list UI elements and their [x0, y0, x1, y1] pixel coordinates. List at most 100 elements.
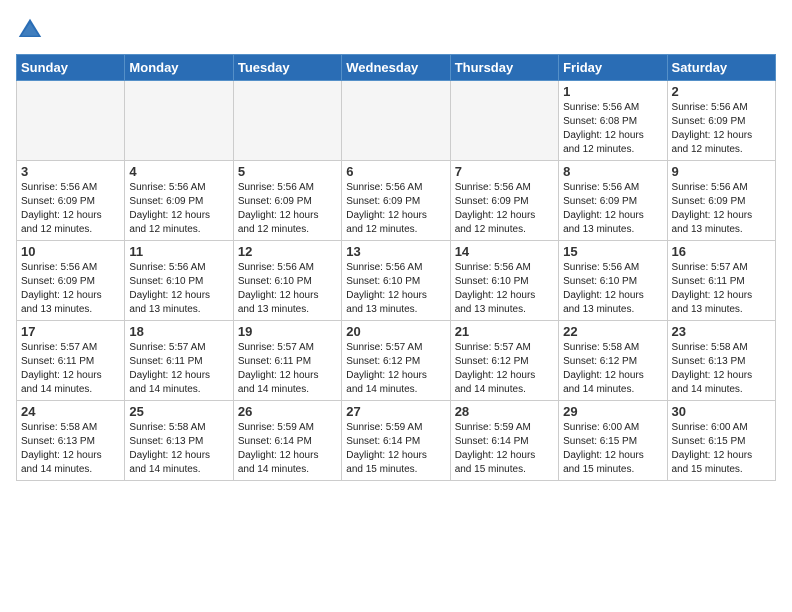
day-number: 4	[129, 164, 228, 179]
calendar-cell: 9 Sunrise: 5:56 AM Sunset: 6:09 PM Daylig…	[667, 161, 775, 241]
day-info: Sunrise: 5:57 AM Sunset: 6:12 PM Dayligh…	[346, 341, 445, 397]
calendar-cell: 3Sunrise: 5:56 AM Sunset: 6:09 PM Daylig…	[17, 161, 125, 241]
day-info: Sunrise: 5:59 AM Sunset: 6:14 PM Dayligh…	[238, 421, 337, 477]
day-number: 13	[346, 244, 445, 259]
day-number: 8	[563, 164, 662, 179]
calendar-cell: 8 Sunrise: 5:56 AM Sunset: 6:09 PM Daylig…	[559, 161, 667, 241]
day-number: 27	[346, 404, 445, 419]
day-number: 21	[455, 324, 554, 339]
calendar-cell	[233, 81, 341, 161]
weekday-header-sunday: Sunday	[17, 55, 125, 81]
day-number: 22	[563, 324, 662, 339]
calendar-cell: 28 Sunrise: 5:59 AM Sunset: 6:14 PM Dayli…	[450, 401, 558, 481]
calendar-cell	[125, 81, 233, 161]
weekday-header-saturday: Saturday	[667, 55, 775, 81]
day-number: 5	[238, 164, 337, 179]
calendar-cell	[342, 81, 450, 161]
day-number: 18	[129, 324, 228, 339]
calendar-cell: 14 Sunrise: 5:56 AM Sunset: 6:10 PM Dayli…	[450, 241, 558, 321]
weekday-header-tuesday: Tuesday	[233, 55, 341, 81]
day-info: Sunrise: 5:58 AM Sunset: 6:13 PM Dayligh…	[672, 341, 771, 397]
day-info: Sunrise: 5:57 AM Sunset: 6:11 PM Dayligh…	[129, 341, 228, 397]
day-info: Sunrise: 5:57 AM Sunset: 6:12 PM Dayligh…	[455, 341, 554, 397]
day-info: Sunrise: 5:56 AM Sunset: 6:10 PM Dayligh…	[238, 261, 337, 317]
day-info: Sunrise: 5:56 AM Sunset: 6:09 PM Dayligh…	[672, 181, 771, 237]
day-number: 12	[238, 244, 337, 259]
calendar-cell: 26Sunrise: 5:59 AM Sunset: 6:14 PM Dayli…	[233, 401, 341, 481]
day-number: 19	[238, 324, 337, 339]
day-info: Sunrise: 5:56 AM Sunset: 6:09 PM Dayligh…	[672, 101, 771, 157]
day-number: 3	[21, 164, 120, 179]
day-number: 7	[455, 164, 554, 179]
day-info: Sunrise: 5:58 AM Sunset: 6:12 PM Dayligh…	[563, 341, 662, 397]
day-number: 2	[672, 84, 771, 99]
calendar-cell: 16 Sunrise: 5:57 AM Sunset: 6:11 PM Dayli…	[667, 241, 775, 321]
calendar-cell: 20 Sunrise: 5:57 AM Sunset: 6:12 PM Dayli…	[342, 321, 450, 401]
calendar-week-5: 24 Sunrise: 5:58 AM Sunset: 6:13 PM Dayli…	[17, 401, 776, 481]
weekday-header-thursday: Thursday	[450, 55, 558, 81]
day-number: 28	[455, 404, 554, 419]
calendar-cell: 17 Sunrise: 5:57 AM Sunset: 6:11 PM Dayli…	[17, 321, 125, 401]
day-info: Sunrise: 5:59 AM Sunset: 6:14 PM Dayligh…	[455, 421, 554, 477]
calendar-cell: 30Sunrise: 6:00 AM Sunset: 6:15 PM Dayli…	[667, 401, 775, 481]
header	[16, 16, 776, 44]
day-number: 24	[21, 404, 120, 419]
calendar-header-row: SundayMondayTuesdayWednesdayThursdayFrid…	[17, 55, 776, 81]
calendar-cell: 7 Sunrise: 5:56 AM Sunset: 6:09 PM Daylig…	[450, 161, 558, 241]
day-info: Sunrise: 5:58 AM Sunset: 6:13 PM Dayligh…	[21, 421, 120, 477]
day-info: Sunrise: 5:57 AM Sunset: 6:11 PM Dayligh…	[672, 261, 771, 317]
day-number: 29	[563, 404, 662, 419]
calendar-cell: 11Sunrise: 5:56 AM Sunset: 6:10 PM Dayli…	[125, 241, 233, 321]
calendar-cell: 6 Sunrise: 5:56 AM Sunset: 6:09 PM Daylig…	[342, 161, 450, 241]
logo	[16, 16, 48, 44]
calendar-week-4: 17 Sunrise: 5:57 AM Sunset: 6:11 PM Dayli…	[17, 321, 776, 401]
day-info: Sunrise: 5:56 AM Sunset: 6:10 PM Dayligh…	[455, 261, 554, 317]
calendar-cell	[450, 81, 558, 161]
day-number: 15	[563, 244, 662, 259]
day-number: 23	[672, 324, 771, 339]
day-info: Sunrise: 5:56 AM Sunset: 6:09 PM Dayligh…	[21, 261, 120, 317]
page-container: SundayMondayTuesdayWednesdayThursdayFrid…	[0, 0, 792, 491]
calendar-cell: 24 Sunrise: 5:58 AM Sunset: 6:13 PM Dayli…	[17, 401, 125, 481]
calendar-cell: 21 Sunrise: 5:57 AM Sunset: 6:12 PM Dayli…	[450, 321, 558, 401]
day-info: Sunrise: 5:58 AM Sunset: 6:13 PM Dayligh…	[129, 421, 228, 477]
calendar-cell: 29 Sunrise: 6:00 AM Sunset: 6:15 PM Dayli…	[559, 401, 667, 481]
day-number: 20	[346, 324, 445, 339]
calendar-cell: 19 Sunrise: 5:57 AM Sunset: 6:11 PM Dayli…	[233, 321, 341, 401]
weekday-header-friday: Friday	[559, 55, 667, 81]
logo-icon	[16, 16, 44, 44]
day-info: Sunrise: 5:57 AM Sunset: 6:11 PM Dayligh…	[238, 341, 337, 397]
day-number: 16	[672, 244, 771, 259]
calendar-cell: 22 Sunrise: 5:58 AM Sunset: 6:12 PM Dayli…	[559, 321, 667, 401]
calendar-cell: 1 Sunrise: 5:56 AM Sunset: 6:08 PM Daylig…	[559, 81, 667, 161]
day-number: 9	[672, 164, 771, 179]
calendar-cell	[17, 81, 125, 161]
calendar-week-2: 3 Sunrise: 5:56 AM Sunset: 6:09 PM Daylig…	[17, 161, 776, 241]
day-number: 14	[455, 244, 554, 259]
calendar-cell: 27Sunrise: 5:59 AM Sunset: 6:14 PM Dayli…	[342, 401, 450, 481]
calendar-week-3: 10Sunrise: 5:56 AM Sunset: 6:09 PM Dayli…	[17, 241, 776, 321]
calendar-cell: 18 Sunrise: 5:57 AM Sunset: 6:11 PM Dayli…	[125, 321, 233, 401]
weekday-header-monday: Monday	[125, 55, 233, 81]
day-info: Sunrise: 5:56 AM Sunset: 6:10 PM Dayligh…	[563, 261, 662, 317]
day-info: Sunrise: 6:00 AM Sunset: 6:15 PM Dayligh…	[563, 421, 662, 477]
day-number: 30	[672, 404, 771, 419]
calendar-week-1: 1 Sunrise: 5:56 AM Sunset: 6:08 PM Daylig…	[17, 81, 776, 161]
calendar-table: SundayMondayTuesdayWednesdayThursdayFrid…	[16, 54, 776, 481]
day-info: Sunrise: 5:56 AM Sunset: 6:09 PM Dayligh…	[455, 181, 554, 237]
day-info: Sunrise: 5:56 AM Sunset: 6:10 PM Dayligh…	[129, 261, 228, 317]
day-info: Sunrise: 5:56 AM Sunset: 6:09 PM Dayligh…	[563, 181, 662, 237]
day-number: 17	[21, 324, 120, 339]
day-number: 6	[346, 164, 445, 179]
calendar-cell: 25 Sunrise: 5:58 AM Sunset: 6:13 PM Dayli…	[125, 401, 233, 481]
calendar-cell: 4 Sunrise: 5:56 AM Sunset: 6:09 PM Daylig…	[125, 161, 233, 241]
calendar-cell: 10Sunrise: 5:56 AM Sunset: 6:09 PM Dayli…	[17, 241, 125, 321]
calendar-cell: 12 Sunrise: 5:56 AM Sunset: 6:10 PM Dayli…	[233, 241, 341, 321]
day-number: 25	[129, 404, 228, 419]
day-number: 1	[563, 84, 662, 99]
day-info: Sunrise: 5:56 AM Sunset: 6:10 PM Dayligh…	[346, 261, 445, 317]
day-info: Sunrise: 5:56 AM Sunset: 6:09 PM Dayligh…	[129, 181, 228, 237]
day-info: Sunrise: 5:56 AM Sunset: 6:09 PM Dayligh…	[346, 181, 445, 237]
day-info: Sunrise: 5:57 AM Sunset: 6:11 PM Dayligh…	[21, 341, 120, 397]
day-info: Sunrise: 5:56 AM Sunset: 6:08 PM Dayligh…	[563, 101, 662, 157]
